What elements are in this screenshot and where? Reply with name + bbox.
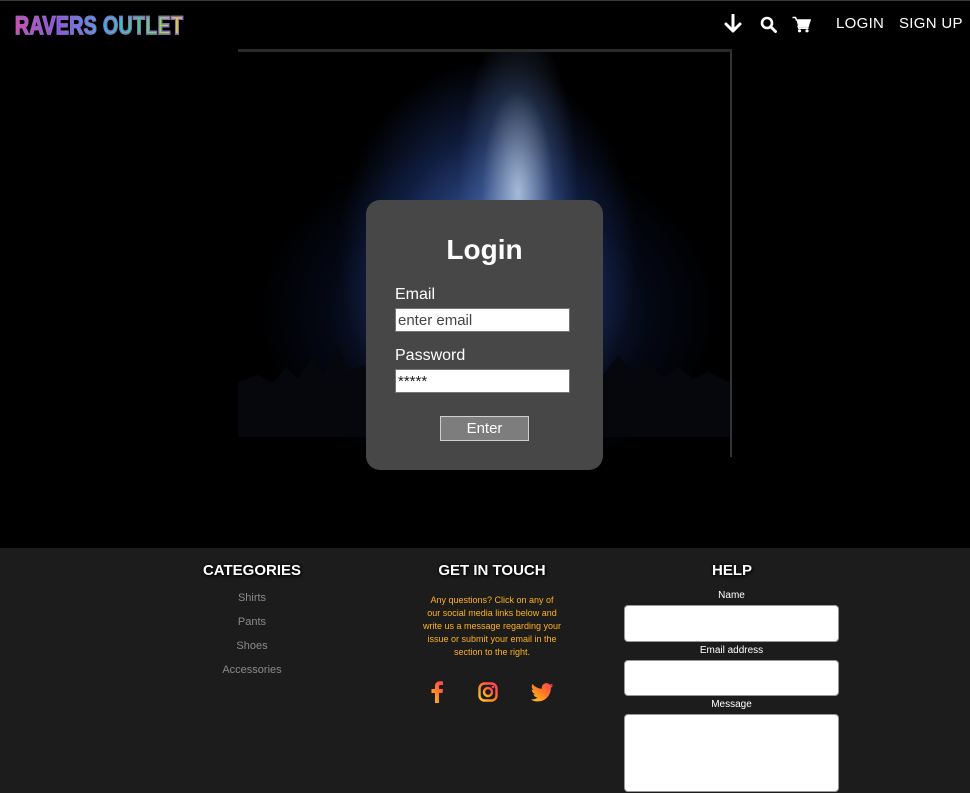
email-address-field[interactable] [624, 660, 839, 696]
login-title: Login [446, 234, 523, 265]
message-label: Message [711, 699, 752, 710]
contact-text-line: our social media links below and [427, 608, 557, 618]
contact-text-line: Any questions? Click on any of [430, 595, 554, 605]
signup-link[interactable]: SIGN UP [899, 15, 963, 32]
category-link-pants[interactable]: Pants [172, 616, 332, 628]
message-field[interactable] [624, 714, 839, 792]
login-link[interactable]: LOGIN [836, 15, 884, 32]
category-link-shirts[interactable]: Shirts [172, 592, 332, 604]
category-link-accessories[interactable]: Accessories [172, 664, 332, 676]
cart-icon[interactable] [790, 13, 812, 35]
email-label: Email [395, 286, 436, 303]
email-field[interactable] [395, 308, 570, 332]
enter-button[interactable]: Enter [440, 416, 529, 441]
contact-text-line: issue or submit your email in the [427, 634, 557, 644]
site-logo[interactable]: RAVERS OUTLET [14, 11, 183, 41]
contact-text-line: section to the right. [453, 647, 531, 657]
name-field[interactable] [624, 605, 839, 642]
arrow-down-icon[interactable] [722, 13, 744, 35]
top-navbar: RAVERS OUTLET LOGIN SIGN UP [0, 0, 970, 49]
search-icon[interactable] [757, 13, 779, 35]
password-label: Password [395, 347, 466, 364]
help-title: HELP [711, 562, 752, 579]
instagram-icon[interactable] [476, 680, 500, 704]
login-card: Login Email Password Enter [366, 200, 603, 470]
password-field[interactable] [395, 369, 570, 393]
contact-text: Any questions? Click on any of our socia… [413, 594, 571, 659]
contact-title: GET IN TOUCH [438, 562, 546, 579]
name-label: Name [718, 590, 745, 601]
contact-text-line: write us a message regarding your [422, 621, 562, 631]
email-address-label: Email address [699, 645, 764, 656]
categories-title: CATEGORIES [202, 562, 302, 579]
facebook-icon[interactable] [425, 680, 449, 704]
twitter-icon[interactable] [530, 680, 554, 704]
category-link-shoes[interactable]: Shoes [172, 640, 332, 652]
